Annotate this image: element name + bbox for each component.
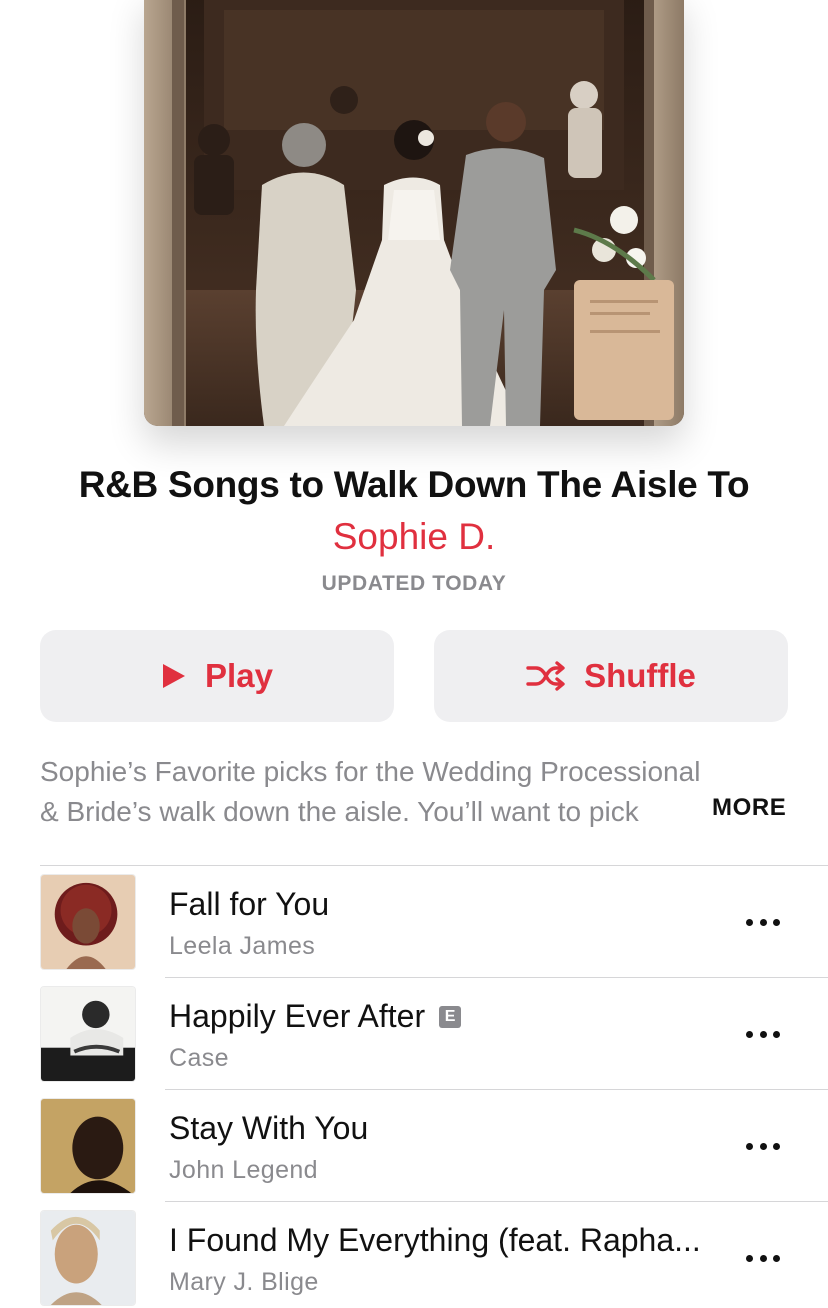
track-row[interactable]: I Found My Everything (feat. Rapha... Ma… [0,1202,828,1308]
more-button[interactable]: MORE [712,794,786,822]
shuffle-label: Shuffle [584,657,696,694]
description-line-1: Sophie’s Favorite picks for the Wedding … [40,756,701,787]
track-artist: Leela James [169,932,316,960]
track-row[interactable]: Fall for You Leela James [0,866,828,978]
track-title: Stay With You [169,1110,368,1147]
track-title-text: Fall for You [169,886,330,922]
track-title-text: Happily Ever After [169,998,426,1034]
track-artist: Mary J. Blige [169,1268,319,1296]
ellipsis-icon[interactable] [746,1022,780,1046]
curator-name[interactable]: Sophie D. [0,516,828,558]
description-line-2: & Bride’s walk down the aisle. You’ll wa… [40,796,639,827]
playlist-title: R&B Songs to Walk Down The Aisle To [78,464,750,505]
track-title: Happily Ever After E [169,998,462,1035]
playlist-description: Sophie’s Favorite picks for the Wedding … [40,752,790,832]
track-row[interactable]: Stay With You John Legend [0,1090,828,1202]
album-art [40,1098,136,1194]
playlist-artwork [144,0,684,426]
track-list: Fall for You Leela James Happily Ever Af… [0,866,828,1308]
track-row[interactable]: Happily Ever After E Case [0,978,828,1090]
updated-label: UPDATED TODAY [321,572,507,595]
shuffle-button[interactable]: Shuffle [434,630,788,722]
track-artist: Case [169,1044,229,1072]
track-title-text: Stay With You [169,1110,369,1146]
track-title: Fall for You [169,886,329,923]
shuffle-icon [526,661,566,691]
ellipsis-icon[interactable] [746,1246,780,1270]
album-art [40,874,136,970]
play-icon [161,662,187,690]
play-label: Play [205,657,273,694]
explicit-badge: E [439,1005,462,1028]
track-title-text: I Found My Everything (feat. Rapha... [169,1222,701,1258]
play-button[interactable]: Play [40,630,394,722]
album-art [40,1210,136,1306]
ellipsis-icon[interactable] [746,910,780,934]
ellipsis-icon[interactable] [746,1134,780,1158]
playlist-page: R&B Songs to Walk Down The Aisle To Soph… [0,0,828,1308]
track-title: I Found My Everything (feat. Rapha... [169,1222,701,1259]
album-art [40,986,136,1082]
track-artist: John Legend [169,1156,318,1184]
